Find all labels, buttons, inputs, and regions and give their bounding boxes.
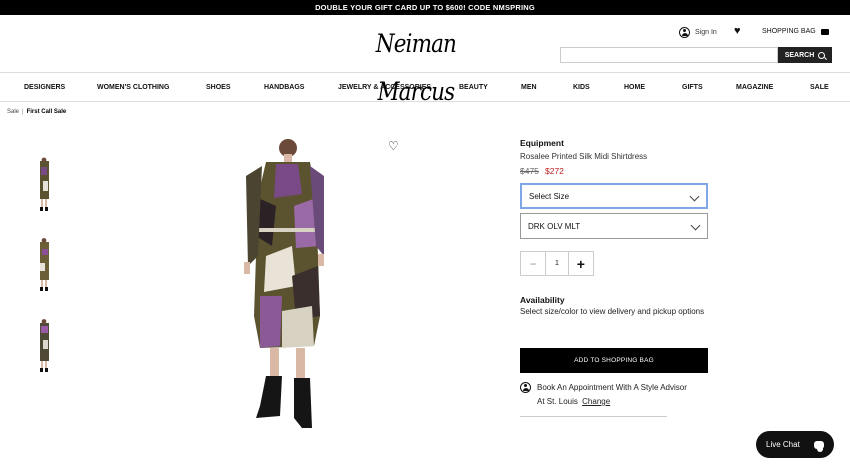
chevron-down-icon [689,191,700,202]
sign-in-label: Sign In [695,29,717,36]
breadcrumb: Sale | First Call Sale [7,109,66,115]
nav-item-shoes[interactable]: SHOES [206,73,231,102]
chat-bubble-icon [813,440,824,452]
nav-item-beauty[interactable]: BEAUTY [459,73,488,102]
search-icon [818,51,826,59]
quantity-stepper: − 1 + [520,251,594,276]
advisor-user-icon [520,382,531,393]
shopping-bag-label: SHOPPING BAG [762,28,816,35]
breadcrumb-current[interactable]: First Call Sale [27,109,67,115]
availability-heading: Availability [520,295,565,305]
quantity-decrease-button[interactable]: − [521,252,545,275]
nav-item-kids[interactable]: KIDS [573,73,590,102]
product-thumbnail-3[interactable] [35,318,53,374]
brand-logo[interactable]: Neiman Marcus [360,20,472,106]
color-select[interactable]: DRK OLV MLT [520,213,708,239]
nav-item-magazine[interactable]: MAGAZINE [736,73,773,102]
nav-item-men[interactable]: MEN [521,73,537,102]
shopping-bag-link[interactable]: SHOPPING BAG [762,28,829,35]
breadcrumb-sale[interactable]: Sale [7,109,19,115]
appointment-link[interactable]: Book An Appointment With A Style Advisor [537,383,687,392]
nav-item-womens-clothing[interactable]: WOMEN'S CLOTHING [97,73,169,102]
color-select-value: DRK OLV MLT [528,221,581,231]
price-original: $475 [520,166,539,176]
nav-item-handbags[interactable]: HANDBAGS [264,73,304,102]
product-thumbnail-1[interactable] [35,157,53,213]
size-select-value: Select Size [529,191,570,201]
store-location: At St. Louis [537,397,578,406]
size-select[interactable]: Select Size [520,183,708,209]
product-thumbnail-2[interactable] [35,237,53,293]
bag-icon [820,28,829,35]
price-sale: $272 [545,166,564,176]
search-button-label: SEARCH [784,51,815,59]
promo-banner[interactable]: DOUBLE YOUR GIFT CARD UP TO $600! CODE N… [0,0,850,15]
search-button[interactable]: SEARCH [778,47,832,63]
sign-in-link[interactable]: Sign In [679,27,717,38]
breadcrumb-separator: | [22,109,24,115]
favorite-heart-icon[interactable]: ♡ [388,140,399,152]
user-icon [679,27,690,38]
nav-item-designers[interactable]: DESIGNERS [24,73,65,102]
change-store-link[interactable]: Change [582,397,610,406]
quantity-increase-button[interactable]: + [569,252,593,275]
divider [520,416,667,417]
availability-text: Select size/color to view delivery and p… [520,307,705,316]
quantity-value[interactable]: 1 [545,252,569,275]
live-chat-button[interactable]: Live Chat [756,431,834,458]
appointment-location: At St. Louis Change [537,397,610,406]
product-brand[interactable]: Equipment [520,138,564,148]
nav-item-gifts[interactable]: GIFTS [682,73,703,102]
product-name: Rosalee Printed Silk Midi Shirtdress [520,152,648,161]
nav-item-home[interactable]: HOME [624,73,645,102]
wishlist-heart-icon[interactable]: ♥ [734,26,741,37]
search-input[interactable] [560,47,778,63]
product-main-image[interactable] [236,136,332,436]
nav-item-sale[interactable]: SALE [810,73,829,102]
add-to-bag-button[interactable]: ADD TO SHOPPING BAG [520,348,708,373]
main-nav: DESIGNERS WOMEN'S CLOTHING SHOES HANDBAG… [0,72,850,102]
live-chat-label: Live Chat [766,440,800,449]
nav-item-jewelry-accessories[interactable]: JEWELRY & ACCESSORIES [338,73,431,102]
chevron-down-icon [690,220,701,231]
